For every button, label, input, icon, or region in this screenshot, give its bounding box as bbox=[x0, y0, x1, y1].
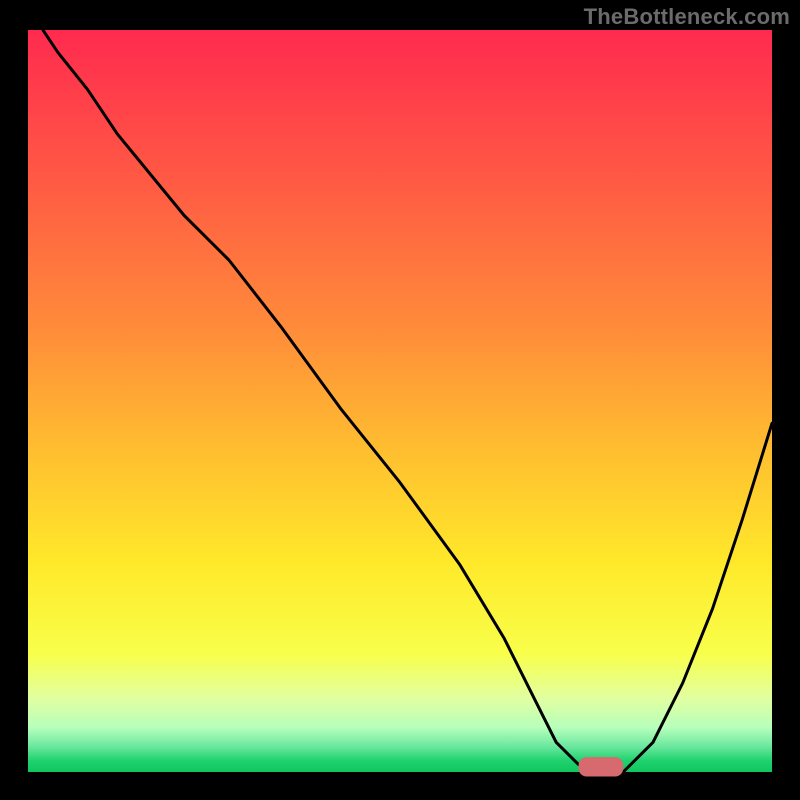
optimal-marker bbox=[579, 757, 624, 776]
watermark-text: TheBottleneck.com bbox=[584, 4, 790, 30]
chart-frame: TheBottleneck.com bbox=[0, 0, 800, 800]
plot-background bbox=[28, 30, 772, 772]
bottleneck-chart bbox=[0, 0, 800, 800]
